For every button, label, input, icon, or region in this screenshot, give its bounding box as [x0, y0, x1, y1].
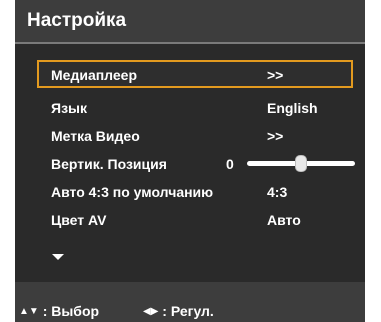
menu-item-label: Язык	[51, 100, 87, 116]
menu-item-value: >>	[267, 128, 284, 144]
settings-menu: Настройка Медиаплеер >> Язык English Мет…	[15, 0, 365, 322]
chevron-down-icon[interactable]	[52, 254, 64, 260]
footer-hints: ▲▼ : Выбор ◀▶ : Регул.	[15, 282, 365, 322]
menu-item-label: Метка Видео	[51, 128, 140, 144]
menu-item-video-label[interactable]: Метка Видео >>	[37, 122, 353, 150]
title-bar: Настройка	[15, 0, 365, 42]
menu-title: Настройка	[27, 10, 127, 31]
adjust-hint-label: : Регул.	[162, 303, 214, 319]
menu-item-label: Медиаплеер	[51, 67, 138, 83]
menu-item-label: Авто 4:3 по умолчанию	[51, 184, 214, 200]
select-hint-label: : Выбор	[42, 303, 100, 319]
menu-item-label: Вертик. Позиция	[51, 156, 167, 172]
menu-item-language[interactable]: Язык English	[37, 94, 353, 122]
menu-item-label: Цвет AV	[51, 212, 107, 228]
slider-value: 0	[226, 156, 234, 172]
select-hint: ▲▼ : Выбор	[19, 303, 99, 319]
slider-handle[interactable]	[295, 155, 307, 172]
left-right-arrows-icon: ◀▶	[143, 306, 159, 317]
adjust-hint: ◀▶ : Регул.	[143, 303, 214, 319]
menu-item-value: 4:3	[267, 184, 288, 200]
menu-item-value: Авто	[267, 212, 301, 228]
menu-item-av-color[interactable]: Цвет AV Авто	[37, 206, 353, 234]
menu-item-mediaplayer[interactable]: Медиаплеер >>	[37, 60, 353, 88]
menu-item-auto-aspect[interactable]: Авто 4:3 по умолчанию 4:3	[37, 178, 353, 206]
menu-item-vertical-position[interactable]: Вертик. Позиция 0	[37, 150, 355, 178]
menu-item-value: English	[267, 100, 318, 116]
up-down-arrows-icon: ▲▼	[19, 306, 39, 317]
menu-item-value: >>	[267, 67, 284, 83]
menu-list: Медиаплеер >> Язык English Метка Видео >…	[15, 44, 365, 282]
